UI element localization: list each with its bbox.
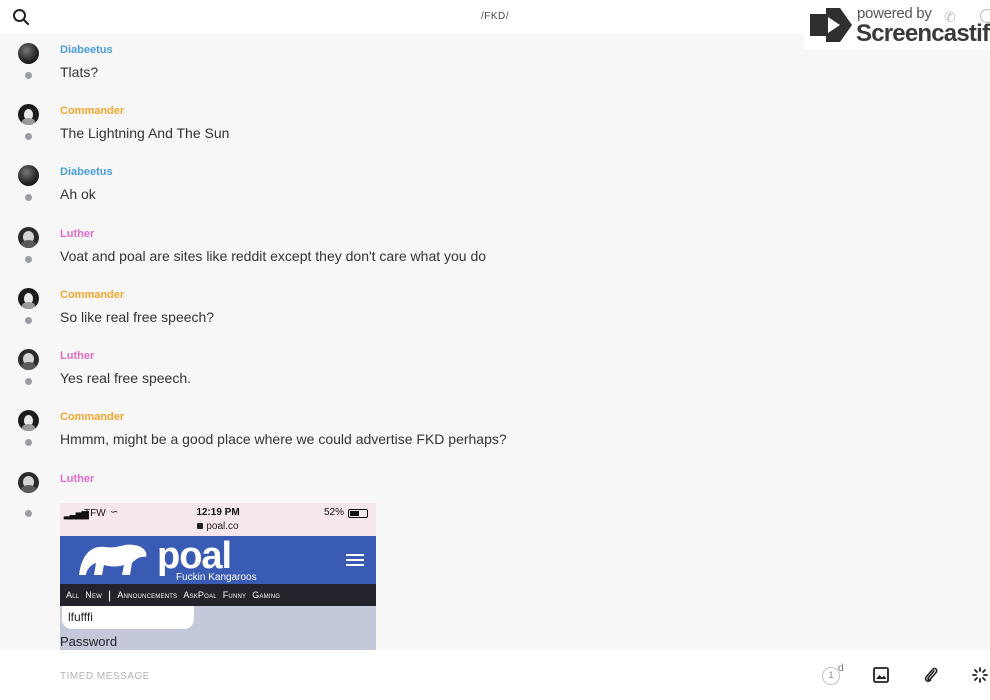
- url-text: poal.co: [206, 521, 239, 532]
- phone-icon[interactable]: ✆: [944, 9, 956, 26]
- avatar[interactable]: [18, 349, 39, 370]
- message-text: Hmmm, might be a good place where we cou…: [60, 431, 507, 447]
- avatar[interactable]: [18, 410, 39, 431]
- avatar[interactable]: [18, 472, 39, 493]
- battery-percent: 52%: [323, 507, 344, 518]
- timer-unit: d: [838, 663, 844, 674]
- image-attachment[interactable]: ▂▃▅▆ TFW ∽ 12:19 PM 52% poal.co poal Fuc…: [60, 503, 376, 650]
- battery-icon: [348, 509, 368, 518]
- poal-subtitle: Fuckin Kangaroos: [176, 572, 257, 583]
- message-text: The Lightning And The Sun: [60, 125, 230, 141]
- avatar[interactable]: [18, 104, 39, 125]
- message-author[interactable]: Luther: [60, 350, 94, 362]
- username-value: lfufffi: [68, 610, 93, 624]
- status-dot: [25, 378, 32, 385]
- status-dot: [25, 194, 32, 201]
- status-dot: [25, 72, 32, 79]
- image-icon[interactable]: [873, 667, 889, 683]
- message-text: Yes real free speech.: [60, 370, 192, 386]
- message-author[interactable]: Commander: [60, 411, 124, 423]
- avatar[interactable]: [18, 43, 39, 64]
- status-dot: [25, 439, 32, 446]
- hamburger-menu-icon: [346, 554, 364, 566]
- avatar[interactable]: [18, 165, 39, 186]
- message-text: So like real free speech?: [60, 309, 215, 325]
- message-author[interactable]: Commander: [60, 105, 124, 117]
- message-author[interactable]: Diabeetus: [60, 44, 113, 56]
- message-author[interactable]: Commander: [60, 289, 124, 301]
- nav-item: AskPoal: [183, 590, 217, 600]
- message-text: Tlats?: [60, 64, 99, 80]
- info-icon[interactable]: [980, 9, 990, 23]
- message-text: Ah ok: [60, 186, 96, 202]
- status-dot: [25, 510, 32, 517]
- nav-item: Gaming: [252, 590, 281, 600]
- status-dot: [25, 256, 32, 263]
- avatar[interactable]: [18, 288, 39, 309]
- kangaroo-logo-icon: [79, 544, 147, 575]
- nav-item: New: [85, 590, 103, 600]
- status-dot: [25, 133, 32, 140]
- nav-item: Announcements: [117, 590, 178, 600]
- status-dot: [25, 317, 32, 324]
- paperclip-icon[interactable]: [923, 666, 939, 684]
- poal-header: poal Fuckin Kangaroos: [60, 535, 376, 584]
- nav-divider: |: [108, 588, 112, 602]
- message-list: Diabeetus Tlats? Commander The Lightning…: [0, 34, 990, 650]
- message-author[interactable]: Luther: [60, 473, 94, 485]
- browser-url: poal.co: [60, 521, 376, 532]
- lock-icon: [197, 523, 204, 529]
- timed-message-input[interactable]: [60, 667, 760, 685]
- message-text: Voat and poal are sites like reddit exce…: [60, 248, 487, 264]
- poal-nav: All New | Announcements AskPoal Funny Ga…: [60, 584, 376, 606]
- avatar[interactable]: [18, 227, 39, 248]
- message-author[interactable]: Luther: [60, 228, 94, 240]
- composer-bar: 1 d: [0, 650, 990, 700]
- phone-status-bar: ▂▃▅▆ TFW ∽ 12:19 PM 52% poal.co: [60, 503, 376, 536]
- message-author[interactable]: Diabeetus: [60, 166, 113, 178]
- nav-item: Funny: [222, 590, 247, 600]
- loading-spinner-icon[interactable]: [972, 667, 988, 683]
- nav-item: All: [66, 590, 80, 600]
- password-label: Password: [60, 634, 118, 649]
